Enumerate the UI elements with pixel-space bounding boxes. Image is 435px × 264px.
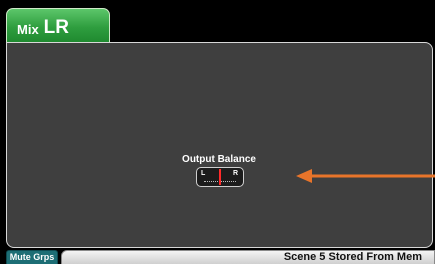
main-panel — [6, 42, 433, 248]
mute-groups-button[interactable]: Mute Grps — [6, 250, 58, 264]
output-balance-control[interactable]: L R — [196, 167, 244, 187]
status-bar: Scene 5 Stored From Mem — [61, 250, 435, 264]
mix-tab-prefix: Mix — [17, 22, 39, 37]
balance-position-marker — [219, 169, 221, 185]
output-balance-title: Output Balance — [182, 154, 256, 165]
balance-left-label: L — [201, 170, 206, 177]
mix-tab[interactable]: Mix LR — [6, 8, 110, 42]
mix-tab-name: LR — [43, 17, 69, 38]
pointer-arrow-icon — [296, 169, 435, 183]
balance-right-label: R — [232, 170, 238, 177]
